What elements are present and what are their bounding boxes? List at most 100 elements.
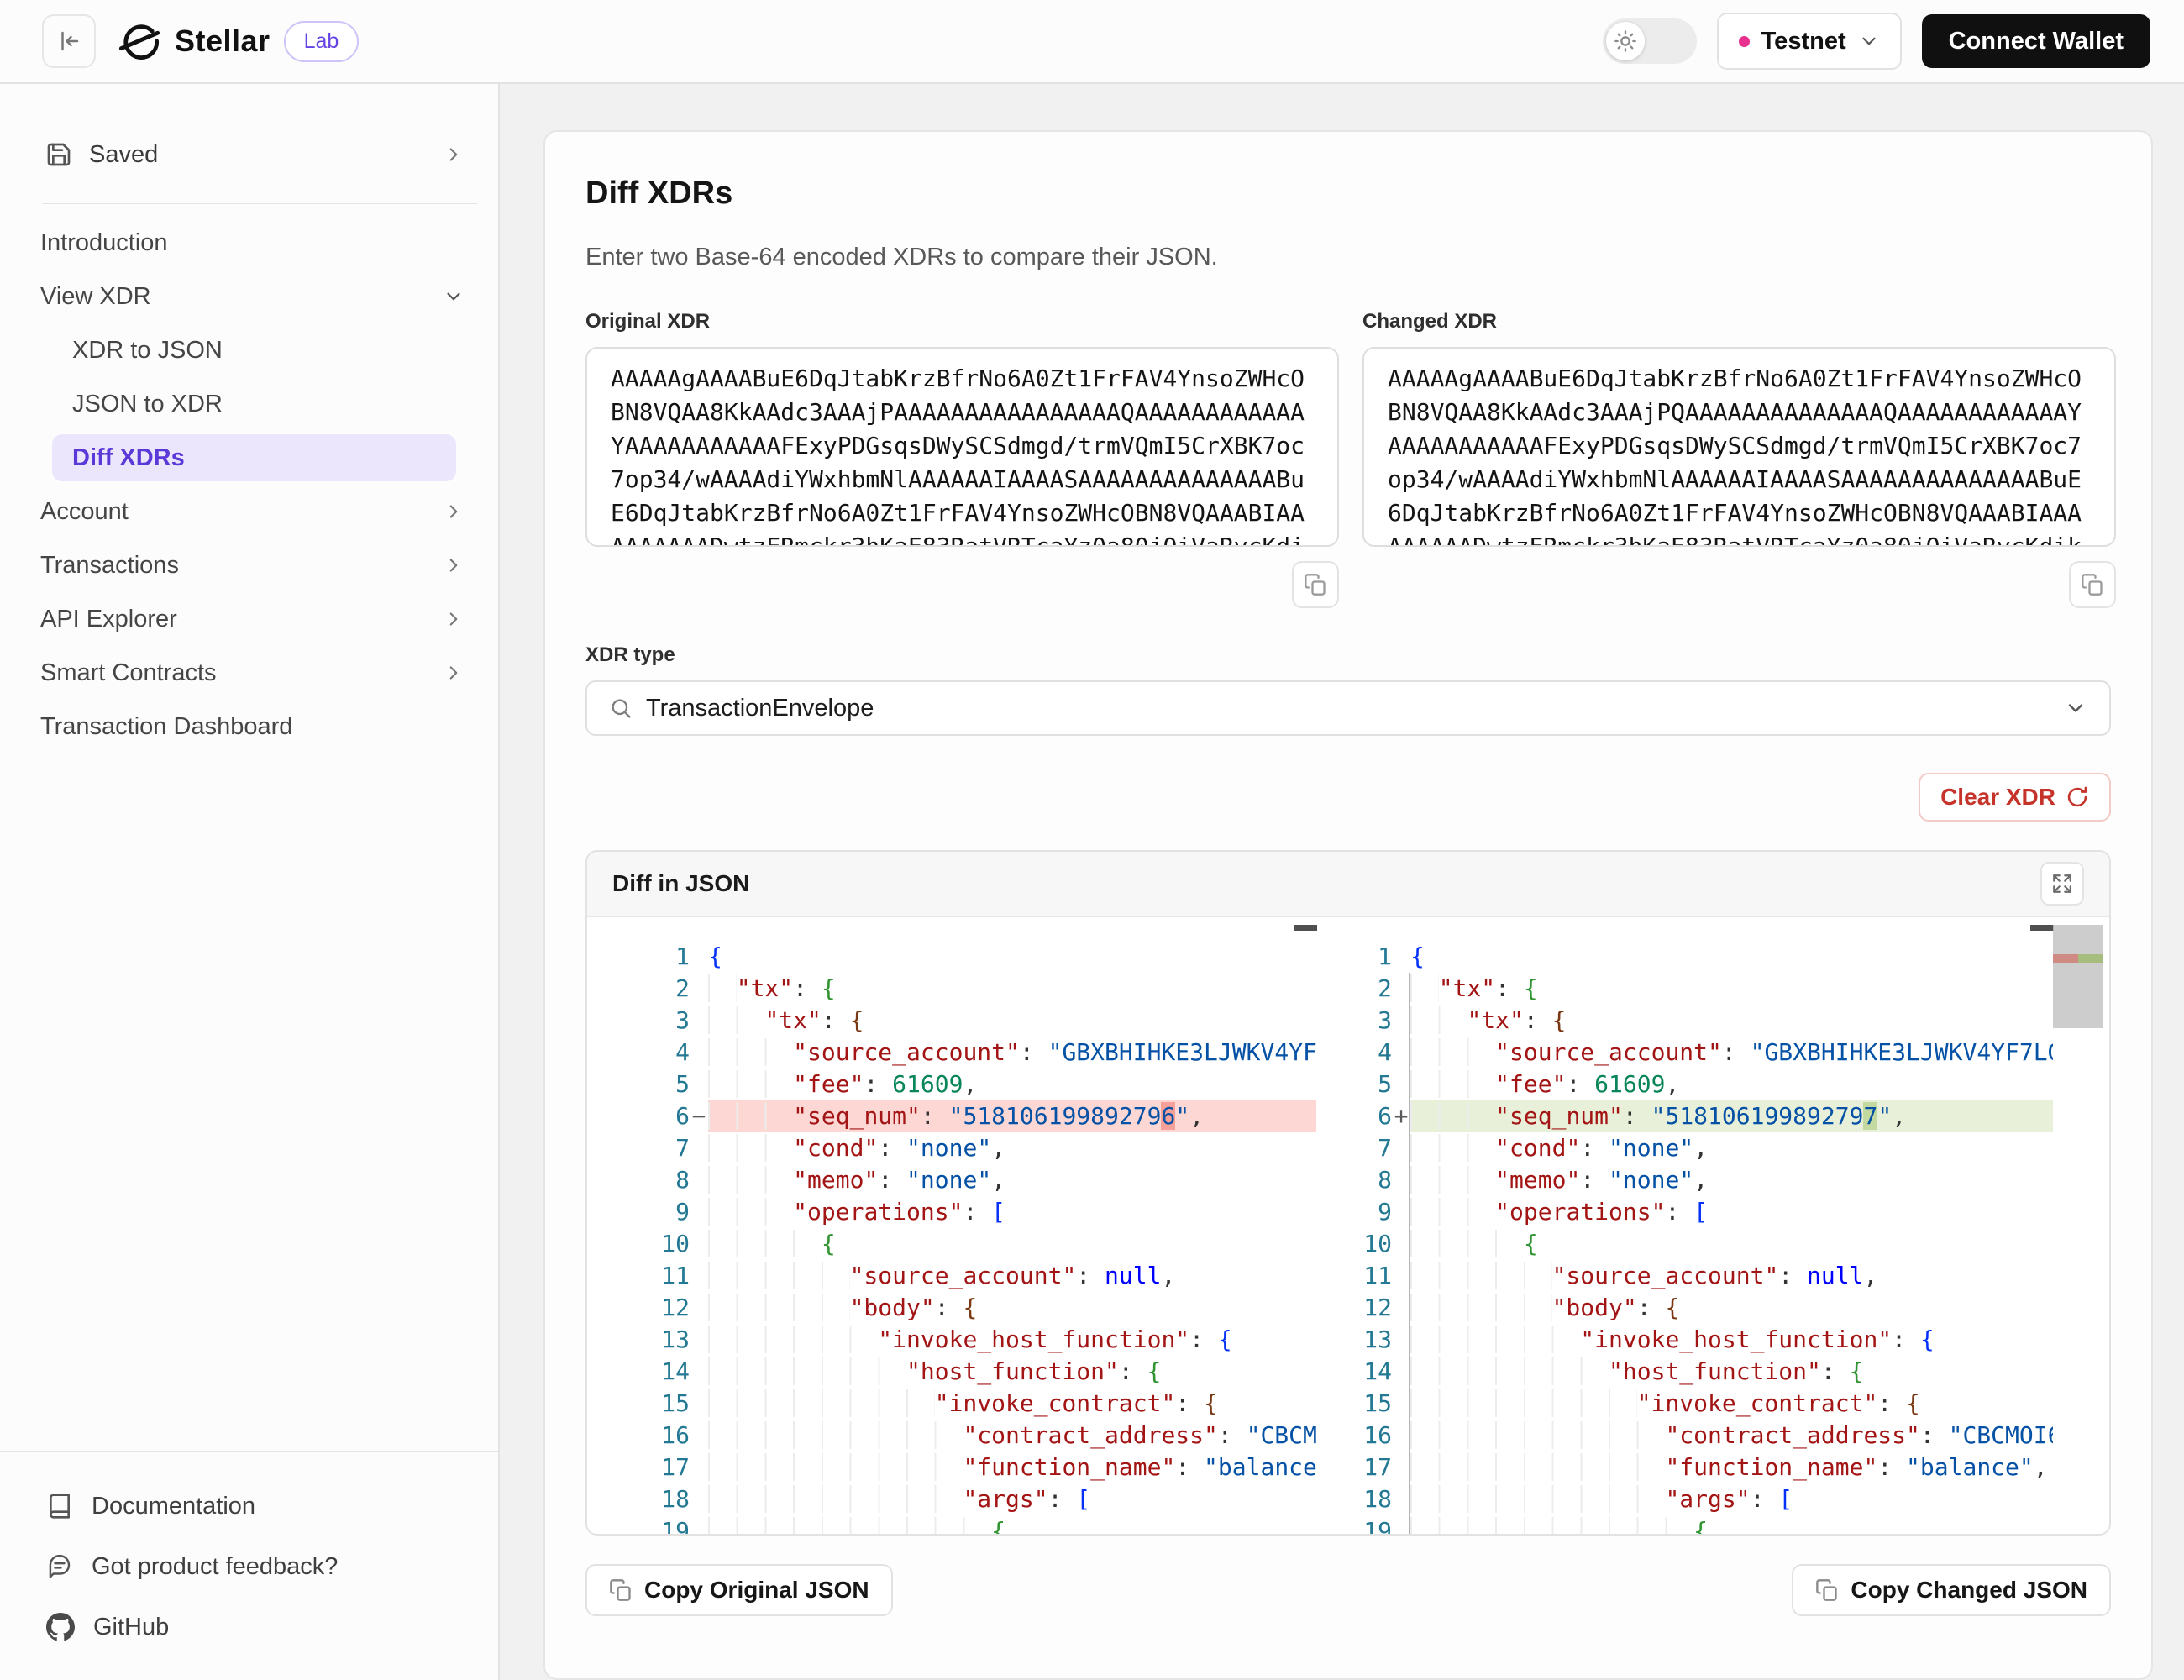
diff-sign <box>1392 1420 1410 1452</box>
diff-line: 13 "invoke_host_function": { <box>1345 1324 2053 1356</box>
line-number: 14 <box>587 1356 690 1388</box>
diff-sign <box>690 1005 708 1037</box>
chevron-right-icon <box>443 501 465 522</box>
page-description: Enter two Base-64 encoded XDRs to compar… <box>585 244 2111 271</box>
original-xdr-column: Original XDR AAAAAgAAAABuE6DqJtabKrzBfrN… <box>585 310 1339 608</box>
diff-line: 15 "invoke_contract": { <box>1345 1388 2053 1420</box>
diff-json-header: Diff in JSON <box>587 852 2109 917</box>
brand[interactable]: Stellar Lab <box>118 19 359 63</box>
diff-sign <box>690 1388 708 1420</box>
copy-original-xdr-button[interactable] <box>1292 561 1339 608</box>
sidebar: Saved Introduction View XDR XDR to JSONJSO… <box>0 84 500 1680</box>
diff-line: 14 "host_function": { <box>587 1356 1316 1388</box>
sidebar-item-github[interactable]: GitHub <box>0 1597 498 1657</box>
network-selector[interactable]: Testnet <box>1717 13 1902 70</box>
sidebar-item-view-xdr[interactable]: View XDR <box>0 270 498 323</box>
diff-sign <box>690 1164 708 1196</box>
diff-sign <box>690 1452 708 1483</box>
github-icon <box>46 1613 75 1641</box>
line-number: 19 <box>587 1515 690 1534</box>
line-number: 14 <box>1345 1356 1392 1388</box>
code-text: "function_name": "balance", <box>708 1452 1316 1483</box>
diff-sign <box>690 941 708 973</box>
expand-diff-button[interactable] <box>2040 862 2084 906</box>
connect-wallet-button[interactable]: Connect Wallet <box>1922 14 2150 68</box>
code-text: { <box>1410 941 2053 973</box>
sidebar-collapse-icon <box>56 29 81 54</box>
sidebar-item-transaction-dashboard[interactable]: Transaction Dashboard <box>0 700 498 753</box>
diff-sign <box>690 1292 708 1324</box>
code-text: "tx": { <box>708 1005 1316 1037</box>
vertical-scrollbar[interactable] <box>2053 925 2103 1028</box>
changed-xdr-input[interactable]: AAAAAgAAAABuE6DqJtabKrzBfrNo6A0Zt1FrFAV4… <box>1362 347 2116 547</box>
diff-json-panel: Diff in JSON 1{2 "tx": {3 "tx": {4 "sour… <box>585 850 2111 1536</box>
sidebar-item-introduction[interactable]: Introduction <box>0 216 498 270</box>
sun-icon <box>1614 29 1637 53</box>
copy-original-json-button[interactable]: Copy Original JSON <box>585 1564 893 1616</box>
sidebar-item-smart-contracts[interactable]: Smart Contracts <box>0 646 498 700</box>
diff-sign <box>690 1037 708 1068</box>
diff-sign <box>1392 1005 1410 1037</box>
line-number: 16 <box>1345 1420 1392 1452</box>
diff-pane-divider <box>1409 973 1410 1534</box>
code-text: { <box>708 941 1316 973</box>
sidebar-item-saved[interactable]: Saved <box>27 128 475 181</box>
diff-line: 18 "args": [ <box>587 1483 1316 1515</box>
sidebar-item-account[interactable]: Account <box>0 485 498 538</box>
diff-line: 3 "tx": { <box>587 1005 1316 1037</box>
line-number: 16 <box>587 1420 690 1452</box>
lab-badge: Lab <box>284 21 360 62</box>
diff-sign <box>1392 1132 1410 1164</box>
diff-original-pane[interactable]: 1{2 "tx": {3 "tx": {4 "source_account": … <box>587 941 1316 1534</box>
sidebar-item-json-to-xdr[interactable]: JSON to XDR <box>0 377 498 431</box>
sidebar-item-api-explorer[interactable]: API Explorer <box>0 592 498 646</box>
diff-line: 10 { <box>587 1228 1316 1260</box>
xdr-type-select[interactable]: TransactionEnvelope <box>585 680 2111 736</box>
diff-line: 19 { <box>1345 1515 2053 1534</box>
clear-xdr-button[interactable]: Clear XDR <box>1919 773 2111 822</box>
diff-changed-pane[interactable]: 1{2 "tx": {3 "tx": {4 "source_account": … <box>1345 941 2053 1534</box>
sidebar-item-xdr-to-json[interactable]: XDR to JSON <box>0 323 498 377</box>
diff-editor[interactable]: 1{2 "tx": {3 "tx": {4 "source_account": … <box>587 917 2109 1534</box>
line-number: 10 <box>1345 1228 1392 1260</box>
xdr-type-label: XDR type <box>585 643 2111 667</box>
sidebar-item-transactions[interactable]: Transactions <box>0 538 498 592</box>
horizontal-scrollbar-right[interactable] <box>2030 925 2054 931</box>
book-icon <box>46 1493 73 1520</box>
copy-changed-xdr-button[interactable] <box>2069 561 2116 608</box>
diff-line: 15 "invoke_contract": { <box>587 1388 1316 1420</box>
sidebar-item-documentation[interactable]: Documentation <box>0 1476 498 1536</box>
sidebar-item-label: Smart Contracts <box>40 659 217 687</box>
copy-json-actions: Copy Original JSON Copy Changed JSON <box>585 1564 2111 1616</box>
code-text: "contract_address": "CBCMOI6 <box>1410 1420 2053 1452</box>
diff-sign <box>1392 941 1410 973</box>
copy-original-json-label: Copy Original JSON <box>644 1577 869 1604</box>
search-icon <box>609 696 633 720</box>
minimap-removed-marker <box>2053 954 2078 963</box>
chevron-right-icon <box>443 662 465 684</box>
theme-toggle[interactable] <box>1603 18 1697 64</box>
chevron-down-icon <box>443 286 465 307</box>
save-icon <box>45 141 72 168</box>
code-text: { <box>1410 1228 2053 1260</box>
sidebar-item-feedback[interactable]: Got product feedback? <box>0 1536 498 1597</box>
diff-sign <box>1392 1324 1410 1356</box>
sidebar-item-diff-xdrs[interactable]: Diff XDRs <box>52 434 456 481</box>
code-text: "invoke_contract": { <box>1410 1388 2053 1420</box>
diff-line: 4 "source_account": "GBXBHIHKE3LJWKV4YF7… <box>1345 1037 2053 1068</box>
line-number: 12 <box>1345 1292 1392 1324</box>
sidebar-item-label: View XDR <box>40 283 151 311</box>
horizontal-scrollbar-left[interactable] <box>1294 925 1317 931</box>
copy-changed-json-button[interactable]: Copy Changed JSON <box>1792 1564 2111 1616</box>
sidebar-item-label: GitHub <box>93 1614 169 1641</box>
line-number: 17 <box>587 1452 690 1483</box>
diff-line: 18 "args": [ <box>1345 1483 2053 1515</box>
chevron-down-icon <box>2064 696 2087 720</box>
sidebar-collapse-button[interactable] <box>42 14 96 68</box>
chevron-right-icon <box>443 144 465 165</box>
refresh-icon <box>2066 785 2089 809</box>
line-number: 2 <box>587 973 690 1005</box>
diff-line: 13 "invoke_host_function": { <box>587 1324 1316 1356</box>
original-xdr-input[interactable]: AAAAAgAAAABuE6DqJtabKrzBfrNo6A0Zt1FrFAV4… <box>585 347 1339 547</box>
line-number: 15 <box>1345 1388 1392 1420</box>
